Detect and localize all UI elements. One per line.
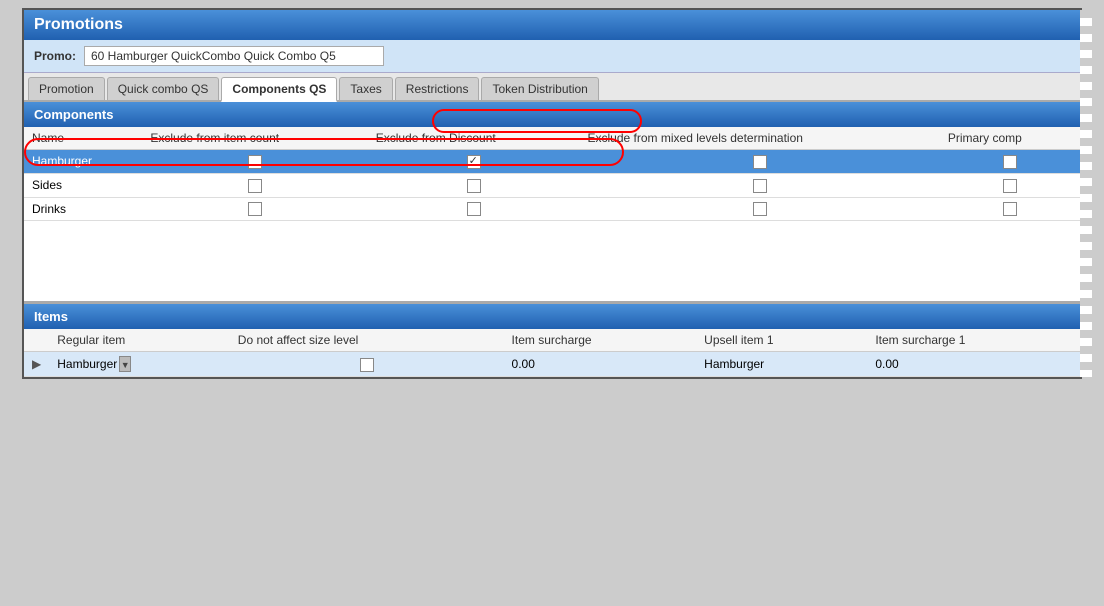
spacer [24, 221, 1080, 301]
tab-restrictions[interactable]: Restrictions [395, 77, 480, 100]
col-name: Name [24, 127, 142, 150]
tab-promotion[interactable]: Promotion [28, 77, 105, 100]
items-table: Regular item Do not affect size level It… [24, 329, 1080, 377]
main-window: Promotions Promo: 60 Hamburger QuickComb… [22, 8, 1082, 379]
col-exclude-discount: Exclude from Discount [368, 127, 580, 150]
exclude-mixed-cell[interactable] [580, 150, 940, 174]
promo-value: 60 Hamburger QuickCombo Quick Combo Q5 [84, 46, 384, 66]
col-exclude-mixed: Exclude from mixed levels determination [580, 127, 940, 150]
exclude-item-count-checkbox[interactable] [248, 179, 262, 193]
exclude-mixed-checkbox[interactable] [753, 155, 767, 169]
title-bar: Promotions [24, 10, 1080, 40]
table-row[interactable]: Sides [24, 173, 1080, 197]
items-section: Items Regular item Do not affect size le… [24, 301, 1080, 377]
col-do-not-affect: Do not affect size level [230, 329, 504, 352]
tab-quick-combo-qs[interactable]: Quick combo QS [107, 77, 220, 100]
page-title: Promotions [34, 16, 123, 33]
col-exclude-item-count: Exclude from item count [142, 127, 367, 150]
col-arrow [24, 329, 49, 352]
col-regular-item: Regular item [49, 329, 230, 352]
primary-checkbox[interactable] [1003, 202, 1017, 216]
tab-components-qs[interactable]: Components QS [221, 77, 337, 102]
regular-item-value: Hamburger [57, 357, 117, 371]
primary-cell[interactable] [940, 173, 1080, 197]
row-name: Drinks [24, 197, 142, 221]
promo-row: Promo: 60 Hamburger QuickCombo Quick Com… [24, 40, 1080, 73]
do-not-affect-cell[interactable] [230, 352, 504, 377]
regular-item-cell: Hamburger ▼ [49, 352, 230, 377]
col-primary: Primary comp [940, 127, 1080, 150]
do-not-affect-checkbox[interactable] [360, 358, 374, 372]
primary-cell[interactable] [940, 150, 1080, 174]
exclude-item-count-cell[interactable] [142, 173, 367, 197]
exclude-mixed-cell[interactable] [580, 173, 940, 197]
row-name: Hamburger [24, 150, 142, 174]
exclude-mixed-checkbox[interactable] [753, 202, 767, 216]
components-table: Name Exclude from item count Exclude fro… [24, 127, 1080, 221]
item-surcharge-cell: 0.00 [504, 352, 697, 377]
exclude-discount-checkbox[interactable] [467, 202, 481, 216]
col-item-surcharge: Item surcharge [504, 329, 697, 352]
exclude-discount-checkbox[interactable] [467, 155, 481, 169]
tab-taxes[interactable]: Taxes [339, 77, 392, 100]
exclude-discount-cell[interactable] [368, 197, 580, 221]
components-area: Components Name Exclude from item count … [24, 102, 1080, 301]
exclude-discount-cell[interactable] [368, 173, 580, 197]
exclude-mixed-cell[interactable] [580, 197, 940, 221]
exclude-discount-cell[interactable] [368, 150, 580, 174]
exclude-discount-checkbox[interactable] [467, 179, 481, 193]
promo-label: Promo: [34, 49, 76, 63]
upsell-item1-cell: Hamburger [696, 352, 867, 377]
exclude-item-count-checkbox[interactable] [248, 155, 262, 169]
exclude-item-count-cell[interactable] [142, 150, 367, 174]
items-header: Items [24, 304, 1080, 329]
tab-token-distribution[interactable]: Token Distribution [481, 77, 598, 100]
col-upsell-item1: Upsell item 1 [696, 329, 867, 352]
items-table-row[interactable]: ▶ Hamburger ▼ 0.00 Hamburger 0.00 [24, 352, 1080, 377]
row-name: Sides [24, 173, 142, 197]
primary-checkbox[interactable] [1003, 179, 1017, 193]
exclude-item-count-cell[interactable] [142, 197, 367, 221]
table-row[interactable]: Hamburger [24, 150, 1080, 174]
exclude-mixed-checkbox[interactable] [753, 179, 767, 193]
tabs-row: Promotion Quick combo QS Components QS T… [24, 73, 1080, 102]
item-surcharge1-cell: 0.00 [867, 352, 1080, 377]
dropdown-arrow-icon[interactable]: ▼ [119, 356, 131, 372]
exclude-item-count-checkbox[interactable] [248, 202, 262, 216]
components-section: Name Exclude from item count Exclude fro… [24, 127, 1080, 221]
table-row[interactable]: Drinks [24, 197, 1080, 221]
row-arrow: ▶ [24, 352, 49, 377]
col-item-surcharge1: Item surcharge 1 [867, 329, 1080, 352]
primary-cell[interactable] [940, 197, 1080, 221]
components-header: Components [24, 102, 1080, 127]
primary-checkbox[interactable] [1003, 155, 1017, 169]
